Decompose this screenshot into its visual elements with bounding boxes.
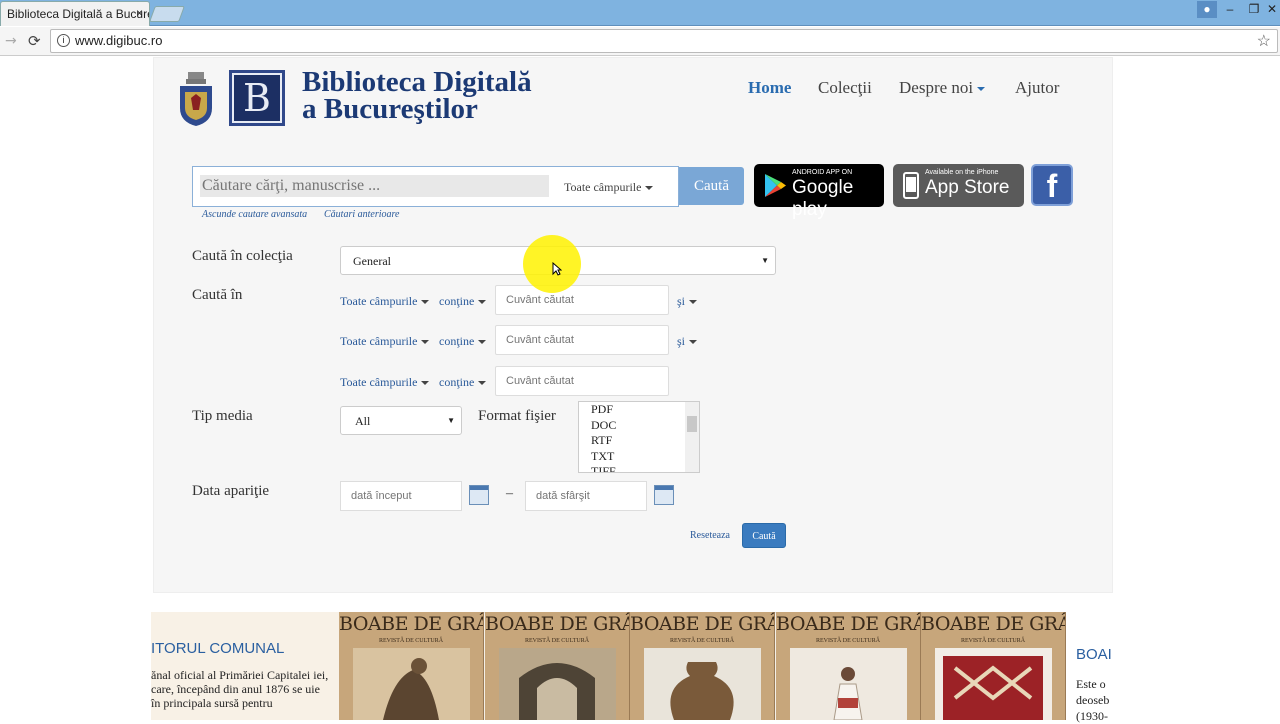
listbox-scroll-thumb[interactable] — [687, 416, 697, 432]
bookmark-star-icon[interactable]: ☆ — [1257, 31, 1271, 51]
carousel-card-title[interactable]: BOAI — [1076, 646, 1112, 663]
row2-join-dropdown[interactable]: şi — [677, 334, 698, 349]
chevron-down-icon — [689, 300, 698, 305]
row2-field-dropdown[interactable]: Toate câmpurile — [340, 334, 430, 349]
search-button[interactable]: Caută — [679, 167, 744, 205]
nav-home[interactable]: Home — [748, 78, 791, 98]
format-label: Format fişier — [478, 408, 556, 424]
nav-collections[interactable]: Colecţii — [818, 78, 872, 98]
facebook-icon[interactable]: f — [1031, 164, 1073, 206]
info-icon[interactable]: i — [57, 34, 70, 47]
search-input[interactable] — [200, 175, 549, 197]
date-label: Data apariţie — [192, 483, 270, 499]
google-play-badge[interactable]: ANDROID APP ON Google play — [754, 164, 884, 220]
iphone-icon — [903, 172, 919, 199]
site-title[interactable]: Biblioteca Digitală a Bucureştilor — [302, 68, 532, 124]
chevron-down-icon — [421, 300, 430, 305]
chevron-down-icon — [689, 340, 698, 345]
chevron-down-icon — [421, 340, 430, 345]
chevron-down-icon — [645, 186, 654, 191]
hide-advanced-link[interactable]: Ascunde cautare avansata — [202, 209, 307, 220]
row2-operator-dropdown[interactable]: conţine — [439, 334, 487, 349]
app-store-badge[interactable]: Available on the iPhone App Store — [893, 164, 1024, 207]
magazine-cover[interactable]: BOABE DE GRÂU REVISTĂ DE CULTURĂ — [485, 612, 630, 720]
chevron-down-icon — [478, 340, 487, 345]
new-tab-button[interactable] — [149, 6, 185, 22]
carousel-card-text: Este o deoseb (1930- — [1076, 677, 1110, 723]
chevron-down-icon — [478, 381, 487, 386]
nav-help[interactable]: Ajutor — [1015, 78, 1059, 98]
chevron-down-icon — [421, 381, 430, 386]
magazine-cover[interactable]: BOABE DE GRÂU REVISTĂ DE CULTURĂ — [776, 612, 921, 720]
chevron-down-icon: ▼ — [447, 416, 455, 425]
forward-icon[interactable]: → — [5, 33, 17, 49]
date-end-input[interactable] — [525, 481, 647, 511]
row3-operator-dropdown[interactable]: conţine — [439, 375, 487, 390]
cover-image — [790, 648, 907, 720]
format-option[interactable]: TXT — [579, 449, 699, 465]
cover-image — [353, 648, 470, 720]
reset-link[interactable]: Reseteaza — [690, 530, 730, 541]
chevron-down-icon: ▼ — [761, 256, 769, 265]
url-text: www.digibuc.ro — [75, 33, 163, 48]
calendar-icon[interactable] — [469, 485, 489, 505]
row1-field-dropdown[interactable]: Toate câmpurile — [340, 294, 430, 309]
library-logo[interactable]: B — [229, 70, 285, 126]
browser-tab[interactable]: Biblioteca Digitală a Bucureștilor × — [0, 1, 150, 26]
date-start-input[interactable] — [340, 481, 462, 511]
carousel-card-text: ănal oficial al Primăriei Capitalei iei,… — [151, 668, 329, 710]
format-listbox[interactable]: PDF DOC RTF TXT TIFF — [578, 401, 700, 473]
mouse-cursor-icon — [552, 262, 562, 276]
cover-image — [644, 648, 761, 720]
chevron-down-icon — [977, 87, 986, 92]
previous-searches-link[interactable]: Cǎutari anterioare — [324, 209, 399, 220]
bucharest-crest-icon — [180, 72, 212, 126]
cover-image — [935, 648, 1052, 720]
nav-about[interactable]: Despre noi — [899, 78, 986, 98]
carousel-card-title[interactable]: ITORUL COMUNAL — [151, 640, 284, 657]
tab-close-button[interactable]: × — [136, 6, 143, 20]
format-option[interactable]: TIFF — [579, 464, 699, 472]
row2-term-input[interactable] — [495, 325, 669, 355]
row1-join-dropdown[interactable]: şi — [677, 294, 698, 309]
maximize-button[interactable]: ❐ — [1244, 1, 1264, 18]
row1-term-input[interactable] — [495, 285, 669, 315]
media-select[interactable]: All ▼ — [340, 406, 462, 435]
format-option[interactable]: RTF — [579, 433, 699, 449]
listbox-scrollbar[interactable] — [685, 402, 699, 472]
media-label: Tip media — [192, 408, 253, 424]
row1-operator-dropdown[interactable]: conţine — [439, 294, 487, 309]
magazine-cover[interactable]: BOABE DE GRÂU REVISTĂ DE CULTURĂ — [339, 612, 484, 720]
minimize-button[interactable]: – — [1220, 1, 1240, 18]
row3-field-dropdown[interactable]: Toate câmpurile — [340, 375, 430, 390]
magazine-cover[interactable]: BOABE DE GRÂU REVISTĂ DE CULTURĂ — [921, 612, 1066, 720]
magazine-cover[interactable]: BOABE DE GRÂU REVISTĂ DE CULTURĂ — [630, 612, 775, 720]
google-play-icon — [765, 174, 786, 197]
row3-term-input[interactable] — [495, 366, 669, 396]
cover-image — [499, 648, 616, 720]
date-separator: – — [506, 486, 513, 501]
user-icon[interactable]: ● — [1197, 1, 1217, 18]
search-field-select[interactable]: Toate câmpurile — [564, 180, 654, 195]
address-bar[interactable]: i www.digibuc.ro ☆ — [50, 29, 1278, 53]
tab-title: Biblioteca Digitală a Bucureștilor — [7, 7, 150, 21]
browser-titlebar — [0, 0, 1280, 26]
search-in-label: Caută în — [192, 287, 243, 303]
chevron-down-icon — [478, 300, 487, 305]
close-window-button[interactable]: ✕ — [1264, 1, 1280, 18]
calendar-icon[interactable] — [654, 485, 674, 505]
advanced-search-button[interactable]: Caută — [742, 523, 786, 548]
collection-label: Caută în colecţia — [192, 248, 293, 264]
format-option[interactable]: PDF — [579, 402, 699, 418]
format-option[interactable]: DOC — [579, 418, 699, 434]
reload-icon[interactable]: ⟳ — [28, 32, 41, 50]
